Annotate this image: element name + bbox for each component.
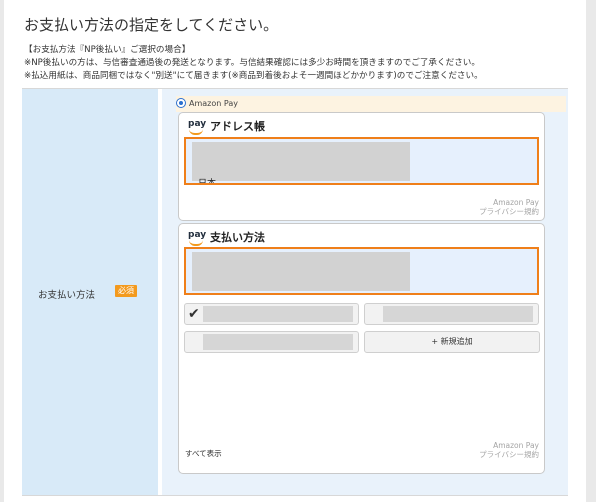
logo-text: pay: [188, 230, 207, 240]
payment-method-label: お支払い方法: [38, 290, 96, 301]
amazon-pay-radio[interactable]: [176, 98, 186, 108]
label-cell: お支払い方法 必須: [22, 89, 158, 495]
smile-arrow-icon: [189, 129, 203, 135]
selected-payment-method[interactable]: [184, 247, 539, 295]
redacted-card-info: [203, 334, 353, 350]
payment-card-option[interactable]: ✔: [184, 303, 359, 325]
amazon-pay-brand: Amazon Pay: [493, 198, 539, 207]
address-country: 日本: [198, 179, 217, 185]
payment-notes: 【お支払方法『NP後払い』ご選択の場合】 ※NP後払いの方は、与信審査通過後の発…: [24, 44, 483, 83]
amazon-pay-option[interactable]: Amazon Pay: [176, 96, 566, 112]
address-widget-footer: Amazon Pay プライバシー規約: [479, 198, 539, 216]
add-new-button[interactable]: + 新規追加: [364, 331, 540, 353]
payment-widget-footer: Amazon Pay プライバシー規約: [479, 441, 539, 459]
amazon-pay-brand: Amazon Pay: [493, 441, 539, 450]
redacted-card-info: [203, 306, 353, 322]
payment-card-option[interactable]: [364, 303, 539, 325]
note-line: 【お支払方法『NP後払い』ご選択の場合】: [24, 45, 191, 55]
page-title: お支払い方法の指定をしてください。: [24, 16, 279, 34]
privacy-link[interactable]: プライバシー規約: [479, 207, 539, 216]
payment-card-option[interactable]: [184, 331, 359, 353]
checkmark-icon: ✔: [188, 306, 200, 322]
redacted-address: [192, 142, 410, 181]
address-book-title: アドレス帳: [210, 120, 265, 133]
value-cell: Amazon Pay pay アドレス帳 日本 Amazon Pay プライバシ…: [162, 89, 568, 495]
amazon-pay-logo-icon: pay: [188, 119, 207, 135]
show-all-link[interactable]: すべて表示: [185, 448, 222, 459]
add-new-label: + 新規追加: [431, 337, 473, 346]
page-frame-right: [586, 0, 596, 502]
address-book-widget: pay アドレス帳 日本 Amazon Pay プライバシー規約: [178, 112, 545, 221]
redacted-card: [192, 252, 410, 291]
note-line: ※払込用紙は、商品同梱ではなく"別送"にて届きます(※商品到着後およそ一週間ほど…: [24, 71, 483, 81]
payment-method-title: 支払い方法: [210, 231, 265, 244]
payment-method-table: お支払い方法 必須 Amazon Pay pay アドレス帳 日本 Amazon…: [22, 88, 568, 496]
privacy-link[interactable]: プライバシー規約: [479, 450, 539, 459]
payment-method-widget: pay 支払い方法 ✔ + 新規追加 すべて表示 Amazon Pay プライバ…: [178, 223, 545, 474]
logo-text: pay: [188, 119, 207, 129]
required-badge: 必須: [115, 285, 137, 297]
page-frame-left: [0, 0, 4, 502]
amazon-pay-radio-label[interactable]: Amazon Pay: [189, 99, 238, 108]
selected-address[interactable]: 日本: [184, 137, 539, 185]
redacted-card-info: [383, 306, 533, 322]
note-line: ※NP後払いの方は、与信審査通過後の発送となります。与信結果確認には多少お時間を…: [24, 58, 480, 68]
smile-arrow-icon: [189, 240, 203, 246]
amazon-pay-logo-icon: pay: [188, 230, 207, 246]
